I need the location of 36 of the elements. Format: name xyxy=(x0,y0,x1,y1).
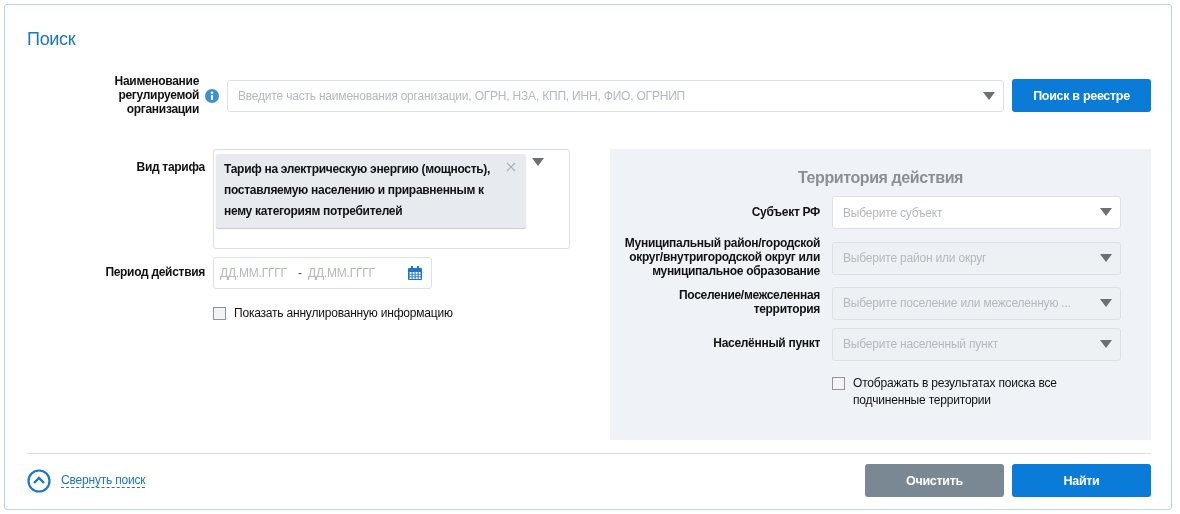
field-label: Населённый пункт xyxy=(712,337,820,352)
caret-icon xyxy=(1100,253,1112,262)
caret-icon xyxy=(1100,208,1112,217)
range-separator: - xyxy=(298,266,302,281)
checkbox[interactable] xyxy=(213,307,226,321)
find-button[interactable]: Найти xyxy=(1012,464,1151,497)
checkbox-label: Показать аннулированную информацию xyxy=(234,305,453,323)
tag-text: Тариф на электрическую энергию (мощность), поставляемую населению и приравненным к нему категориям потребителей xyxy=(224,162,491,219)
checkbox-label: Отображать в результатах поиска все подчиненные территории xyxy=(853,374,1058,409)
field-label: Субъект РФ xyxy=(750,206,820,220)
field-label: Период действия xyxy=(104,266,205,281)
link-text: Свернуть поиск xyxy=(61,473,146,488)
date-input[interactable]: ДД.ММ.ГГГГ xyxy=(220,266,292,281)
select-field[interactable]: Выберите субъект xyxy=(832,196,1121,230)
chevron-up-icon xyxy=(27,468,51,493)
registry-search-button[interactable]: Поиск в реестре xyxy=(1012,79,1151,113)
clear-button[interactable]: Очистить xyxy=(865,464,1004,497)
panel-title: Территория действия xyxy=(796,169,965,188)
collapse-link[interactable]: Свернуть поиск xyxy=(27,468,146,493)
page-title: Поиск xyxy=(27,29,77,50)
date-range-field[interactable]: ДД.ММ.ГГГГ - ДД.ММ.ГГГГ xyxy=(213,257,432,290)
tariff-field[interactable]: Тариф на электрическую энергию (мощность), поставляемую населению и приравненным к нему категориям потребителей xyxy=(213,149,570,250)
caret-icon xyxy=(983,91,995,100)
close-icon[interactable] xyxy=(506,162,516,173)
checkbox[interactable] xyxy=(832,376,845,390)
organization-field[interactable]: Введите часть наименования организации, ОГРН, НЗА, КПП, ИНН, ФИО, ОГРНИП xyxy=(227,79,1004,112)
field-label: Муниципальный район/городской округ/внутригородской округ или муниципальное образование xyxy=(623,237,820,279)
caret-icon xyxy=(1100,298,1112,307)
date-input[interactable]: ДД.ММ.ГГГГ xyxy=(308,266,380,281)
caret-icon xyxy=(532,158,544,167)
field-label: Поселение/межселенная территория xyxy=(677,289,820,318)
caret-icon xyxy=(1100,339,1112,348)
field-label: Вид тарифа xyxy=(135,159,205,176)
field-label: Наименование регулируемой организации xyxy=(113,75,199,117)
calendar-icon[interactable] xyxy=(407,265,423,282)
info-icon[interactable] xyxy=(205,88,219,103)
